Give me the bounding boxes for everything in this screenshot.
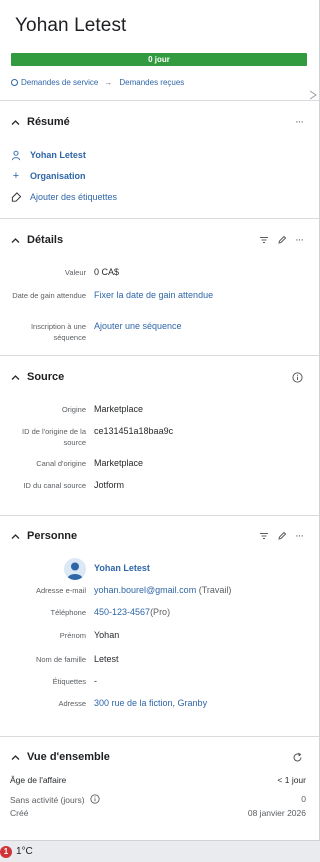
divider xyxy=(0,218,319,219)
edit-pencil-icon[interactable] xyxy=(277,531,287,541)
person-name-link[interactable]: Yohan Letest xyxy=(94,563,150,574)
chevron-up-icon xyxy=(11,533,20,539)
chevron-up-icon xyxy=(11,119,20,125)
overview-value: 08 janvier 2026 xyxy=(247,808,306,818)
email-value: yohan.bourel@gmail.com (Travail) xyxy=(94,585,231,596)
origin-id-value[interactable]: ce131451a18baa9c xyxy=(94,426,173,437)
info-icon[interactable] xyxy=(90,794,100,804)
source-title: Source xyxy=(27,371,65,383)
summary-section-header[interactable]: Résumé xyxy=(10,115,70,129)
labels-value[interactable]: - xyxy=(94,676,97,687)
field-label: Valeur xyxy=(64,268,86,277)
chevron-up-icon xyxy=(11,374,20,380)
person-icon xyxy=(11,150,21,160)
add-labels-link[interactable]: Ajouter des étiquettes xyxy=(30,192,117,202)
person-avatar-icon xyxy=(67,562,83,580)
phone-link[interactable]: 450-123-4567 xyxy=(94,607,150,617)
refresh-icon[interactable] xyxy=(292,752,303,763)
field-label: Prénom xyxy=(59,631,86,640)
overview-created: Créé 08 janvier 2026 xyxy=(10,808,306,818)
details-section-header[interactable]: Détails xyxy=(10,233,63,247)
add-organization-link[interactable]: Organisation xyxy=(30,171,86,181)
taskbar: 1 1°C xyxy=(0,840,320,862)
field-label: ID de l'origine de la source xyxy=(22,427,86,447)
field-label: Nom de famille xyxy=(35,655,86,664)
field-label: Date de gain attendue xyxy=(12,291,86,300)
person-actions: ··· xyxy=(259,529,304,543)
plus-icon: + xyxy=(12,170,20,182)
deal-sidebar: Yohan Letest 0 jour Demandes de service … xyxy=(0,0,320,840)
deal-title: Yohan Letest xyxy=(15,15,127,36)
pipeline-progress-bar[interactable]: 0 jour xyxy=(11,53,307,66)
address-link[interactable]: 300 rue de la fiction, Granby xyxy=(94,698,207,709)
email-link[interactable]: yohan.bourel@gmail.com xyxy=(94,585,196,595)
overview-label: Créé xyxy=(10,808,29,818)
more-options-icon[interactable]: ··· xyxy=(295,234,304,246)
field-label: Origine xyxy=(61,405,86,414)
field-label: Canal d'origine xyxy=(36,459,86,468)
details-actions: ··· xyxy=(259,233,304,247)
avatar[interactable] xyxy=(64,558,86,580)
breadcrumb: Demandes de service → Demandes reçues xyxy=(11,77,184,87)
add-sequence-link[interactable]: Ajouter une séquence xyxy=(94,321,182,332)
person-section-header[interactable]: Personne xyxy=(10,529,77,543)
summary-contact-row[interactable]: Yohan Letest xyxy=(10,149,86,161)
divider xyxy=(0,100,319,101)
divider xyxy=(0,515,319,516)
divider xyxy=(0,736,319,737)
breadcrumb-pipeline-link[interactable]: Demandes de service xyxy=(21,78,98,87)
more-options-icon[interactable]: ··· xyxy=(295,530,304,542)
field-label: ID du canal source xyxy=(23,481,86,490)
source-actions xyxy=(292,370,303,384)
summary-labels-row[interactable]: Ajouter des étiquettes xyxy=(10,191,117,203)
summary-title: Résumé xyxy=(27,116,70,128)
arrow-right-icon: → xyxy=(104,77,113,87)
person-title: Personne xyxy=(27,530,78,542)
info-icon[interactable] xyxy=(292,371,303,383)
chevron-up-icon xyxy=(11,237,20,243)
last-name-value[interactable]: Letest xyxy=(94,654,119,665)
source-section-header[interactable]: Source xyxy=(10,370,64,384)
overview-title: Vue d'ensemble xyxy=(27,751,110,763)
overview-value: < 1 jour xyxy=(277,775,306,785)
origin-channel-value[interactable]: Marketplace xyxy=(94,458,143,469)
divider xyxy=(0,355,319,356)
overview-value: 0 xyxy=(301,794,306,804)
overview-label: Âge de l'affaire xyxy=(10,775,67,785)
inactive-days-label: Sans activité (jours) xyxy=(10,795,85,805)
origin-value[interactable]: Marketplace xyxy=(94,404,143,415)
field-label: Adresse e-mail xyxy=(35,586,86,595)
breadcrumb-stage-link[interactable]: Demandes reçues xyxy=(119,78,184,87)
first-name-value[interactable]: Yohan xyxy=(94,630,119,641)
overview-section-header[interactable]: Vue d'ensemble xyxy=(10,750,110,764)
summary-organization-row[interactable]: + Organisation xyxy=(10,170,86,182)
filter-icon[interactable] xyxy=(259,235,269,245)
edit-pencil-icon[interactable] xyxy=(277,235,287,245)
scroll-arrow-icon[interactable] xyxy=(310,90,318,100)
details-title: Détails xyxy=(27,234,64,246)
field-label: Téléphone xyxy=(50,608,86,617)
weather-alert-badge[interactable]: 1 xyxy=(0,845,12,858)
chevron-up-icon xyxy=(11,754,20,760)
filter-icon[interactable] xyxy=(259,531,269,541)
more-options-icon[interactable]: ··· xyxy=(295,116,304,128)
summary-contact-link[interactable]: Yohan Letest xyxy=(30,150,86,160)
temperature-readout[interactable]: 1°C xyxy=(16,846,33,857)
summary-actions: ··· xyxy=(295,115,304,129)
overview-deal-age: Âge de l'affaire < 1 jour xyxy=(10,775,306,785)
field-label: Inscription à une séquence xyxy=(30,322,86,342)
deal-value[interactable]: 0 CA$ xyxy=(94,267,119,278)
email-type: (Travail) xyxy=(198,585,232,595)
overview-label: Sans activité (jours) xyxy=(10,794,100,805)
channel-id-value[interactable]: Jotform xyxy=(94,480,124,491)
field-label: Étiquettes xyxy=(52,677,86,686)
overview-inactive-days: Sans activité (jours) 0 xyxy=(10,794,306,805)
overview-actions xyxy=(292,750,303,764)
field-label: Adresse xyxy=(58,699,86,708)
tag-icon xyxy=(11,191,22,202)
set-close-date-link[interactable]: Fixer la date de gain attendue xyxy=(94,290,213,301)
pipeline-circle-icon xyxy=(11,78,18,86)
phone-value: 450-123-4567(Pro) xyxy=(94,607,170,618)
phone-type: (Pro) xyxy=(150,607,171,617)
